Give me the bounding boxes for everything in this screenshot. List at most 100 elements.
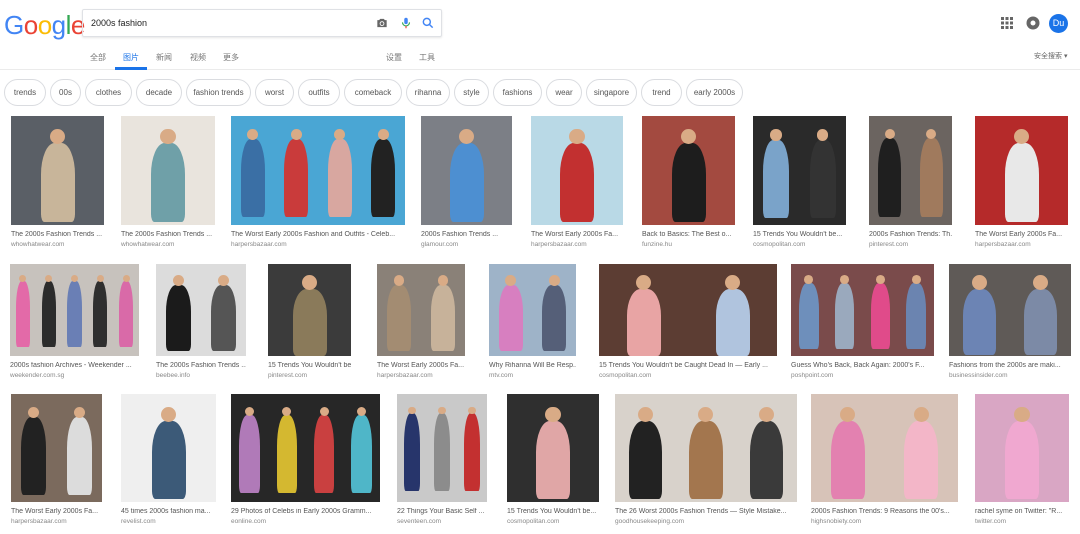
result-source[interactable]: poshpoint.com — [791, 372, 934, 379]
image-result[interactable]: 45 times 2000s fashion ma... revelist.com — [121, 394, 216, 532]
result-thumbnail[interactable] — [507, 394, 599, 502]
result-title[interactable]: 22 Things Your Basic Self ... — [397, 508, 487, 515]
image-result[interactable]: rachel syme on Twitter: "R... twitter.com — [975, 394, 1069, 532]
chip-early-2000s[interactable]: early 2000s — [686, 79, 743, 106]
result-title[interactable]: 2000s Fashion Trends: Th... — [869, 231, 952, 238]
result-thumbnail[interactable] — [121, 116, 215, 225]
result-source[interactable]: funzine.hu — [642, 241, 735, 248]
result-thumbnail[interactable] — [231, 116, 405, 225]
result-thumbnail[interactable] — [489, 264, 576, 356]
result-title[interactable]: The Worst Early 2000s Fa... — [377, 362, 465, 369]
result-title[interactable]: 45 times 2000s fashion ma... — [121, 508, 216, 515]
image-result[interactable]: The 2000s Fashion Trends ... whowhatwear.… — [11, 116, 104, 255]
result-thumbnail[interactable] — [975, 394, 1069, 502]
result-thumbnail[interactable] — [397, 394, 487, 502]
image-result[interactable]: Back to Basics: The Best o... funzine.hu — [642, 116, 735, 255]
result-title[interactable]: Fashions from the 2000s are maki... — [949, 362, 1071, 369]
image-result[interactable]: 15 Trends You Wouldn't be... cosmopolitan… — [507, 394, 599, 532]
result-thumbnail[interactable] — [949, 264, 1071, 356]
tab-3[interactable]: 视频 — [190, 52, 206, 63]
result-title[interactable]: The 2000s Fashion Trends ... — [156, 362, 246, 369]
result-title[interactable]: The 2000s Fashion Trends ... — [11, 231, 104, 238]
result-thumbnail[interactable] — [156, 264, 246, 356]
result-source[interactable]: goodhousekeeping.com — [615, 518, 797, 525]
result-thumbnail[interactable] — [10, 264, 139, 356]
result-source[interactable]: harpersbazaar.com — [531, 241, 623, 248]
result-thumbnail[interactable] — [599, 264, 777, 356]
result-source[interactable]: harpersbazaar.com — [377, 372, 465, 379]
search-icon[interactable] — [421, 16, 435, 30]
avatar[interactable]: Du — [1049, 14, 1068, 33]
image-result[interactable]: 2000s Fashion Trends: Th... pinterest.com — [869, 116, 952, 255]
result-source[interactable]: pinterest.com — [869, 241, 952, 248]
tab-6[interactable]: 工具 — [419, 52, 435, 63]
image-result[interactable]: 22 Things Your Basic Self ... seventeen.c… — [397, 394, 487, 532]
chip-fashion-trends[interactable]: fashion trends — [186, 79, 251, 106]
result-thumbnail[interactable] — [231, 394, 380, 502]
chip-decade[interactable]: decade — [136, 79, 182, 106]
google-logo[interactable]: Google — [4, 10, 85, 41]
result-source[interactable]: whowhatwear.com — [11, 241, 104, 248]
result-source[interactable]: harpersbazaar.com — [975, 241, 1068, 248]
tab-2[interactable]: 新闻 — [156, 52, 172, 63]
result-title[interactable]: The 2000s Fashion Trends ... — [121, 231, 215, 238]
image-result[interactable]: The 26 Worst 2000s Fashion Trends — Styl… — [615, 394, 797, 532]
result-thumbnail[interactable] — [811, 394, 958, 502]
result-source[interactable]: whowhatwear.com — [121, 241, 215, 248]
result-title[interactable]: 2000s Fashion Trends: 9 Reasons the 00's… — [811, 508, 958, 515]
chip-outfits[interactable]: outfits — [298, 79, 340, 106]
result-source[interactable]: harpersbazaar.com — [231, 241, 405, 248]
result-thumbnail[interactable] — [377, 264, 465, 356]
result-thumbnail[interactable] — [121, 394, 216, 502]
image-result[interactable]: The 2000s Fashion Trends ... whowhatwear.… — [121, 116, 215, 255]
result-title[interactable]: 2000s Fashion Trends ... — [421, 231, 512, 238]
result-title[interactable]: Why Rihanna Will Be Resp... — [489, 362, 576, 369]
result-title[interactable]: rachel syme on Twitter: "R... — [975, 508, 1069, 515]
image-result[interactable]: The Worst Early 2000s Fa... harpersbazaar… — [531, 116, 623, 255]
result-title[interactable]: 15 Trends You Wouldn't be... — [753, 231, 846, 238]
result-title[interactable]: 15 Trends You Wouldn't be Caught Dead In… — [599, 362, 777, 369]
image-result[interactable]: 15 Trends You Wouldn't be Caught Dead In… — [599, 264, 777, 386]
result-source[interactable]: harpersbazaar.com — [11, 518, 102, 525]
result-source[interactable]: cosmopolitan.com — [599, 372, 777, 379]
chip-comeback[interactable]: comeback — [344, 79, 402, 106]
result-title[interactable]: Back to Basics: The Best o... — [642, 231, 735, 238]
result-thumbnail[interactable] — [791, 264, 934, 356]
result-title[interactable]: 29 Photos of Celebs in Early 2000s Gramm… — [231, 508, 380, 515]
chip-00s[interactable]: 00s — [50, 79, 81, 106]
image-result[interactable]: The 2000s Fashion Trends ... beebee.info — [156, 264, 246, 386]
image-result[interactable]: 2000s Fashion Trends: 9 Reasons the 00's… — [811, 394, 958, 532]
microphone-icon[interactable] — [399, 16, 413, 30]
chip-wear[interactable]: wear — [546, 79, 582, 106]
result-source[interactable]: revelist.com — [121, 518, 216, 525]
notifications-icon[interactable] — [1026, 16, 1040, 30]
result-source[interactable]: weekender.com.sg — [10, 372, 139, 379]
result-title[interactable]: The Worst Early 2000s Fa... — [11, 508, 102, 515]
result-source[interactable]: cosmopolitan.com — [753, 241, 846, 248]
image-result[interactable]: 15 Trends You Wouldn't be... pinterest.co… — [268, 264, 351, 386]
chip-worst[interactable]: worst — [255, 79, 294, 106]
image-result[interactable]: The Worst Early 2000s Fa... harpersbazaar… — [377, 264, 465, 386]
result-thumbnail[interactable] — [531, 116, 623, 225]
tab-1[interactable]: 图片 — [123, 52, 139, 63]
image-result[interactable]: Why Rihanna Will Be Resp... mtv.com — [489, 264, 576, 386]
image-result[interactable]: Guess Who's Back, Back Again: 2000's F..… — [791, 264, 934, 386]
chip-trend[interactable]: trend — [641, 79, 682, 106]
result-thumbnail[interactable] — [268, 264, 351, 356]
result-title[interactable]: Guess Who's Back, Back Again: 2000's F..… — [791, 362, 934, 369]
image-result[interactable]: The Worst Early 2000s Fashion and Outfit… — [231, 116, 405, 255]
image-result[interactable]: 29 Photos of Celebs in Early 2000s Gramm… — [231, 394, 380, 532]
chip-rihanna[interactable]: rihanna — [406, 79, 450, 106]
result-source[interactable]: eonline.com — [231, 518, 380, 525]
chip-clothes[interactable]: clothes — [85, 79, 132, 106]
safesearch-menu[interactable]: 安全搜索 ▾ — [1034, 51, 1067, 61]
image-result[interactable]: The Worst Early 2000s Fa... harpersbazaar… — [975, 116, 1068, 255]
result-thumbnail[interactable] — [421, 116, 512, 225]
result-source[interactable]: twitter.com — [975, 518, 1069, 525]
result-title[interactable]: 15 Trends You Wouldn't be... — [268, 362, 351, 369]
image-result[interactable]: The Worst Early 2000s Fa... harpersbazaar… — [11, 394, 102, 532]
chip-fashions[interactable]: fashions — [493, 79, 542, 106]
tab-5[interactable]: 设置 — [386, 52, 402, 63]
search-input[interactable] — [91, 14, 351, 32]
result-thumbnail[interactable] — [11, 116, 104, 225]
